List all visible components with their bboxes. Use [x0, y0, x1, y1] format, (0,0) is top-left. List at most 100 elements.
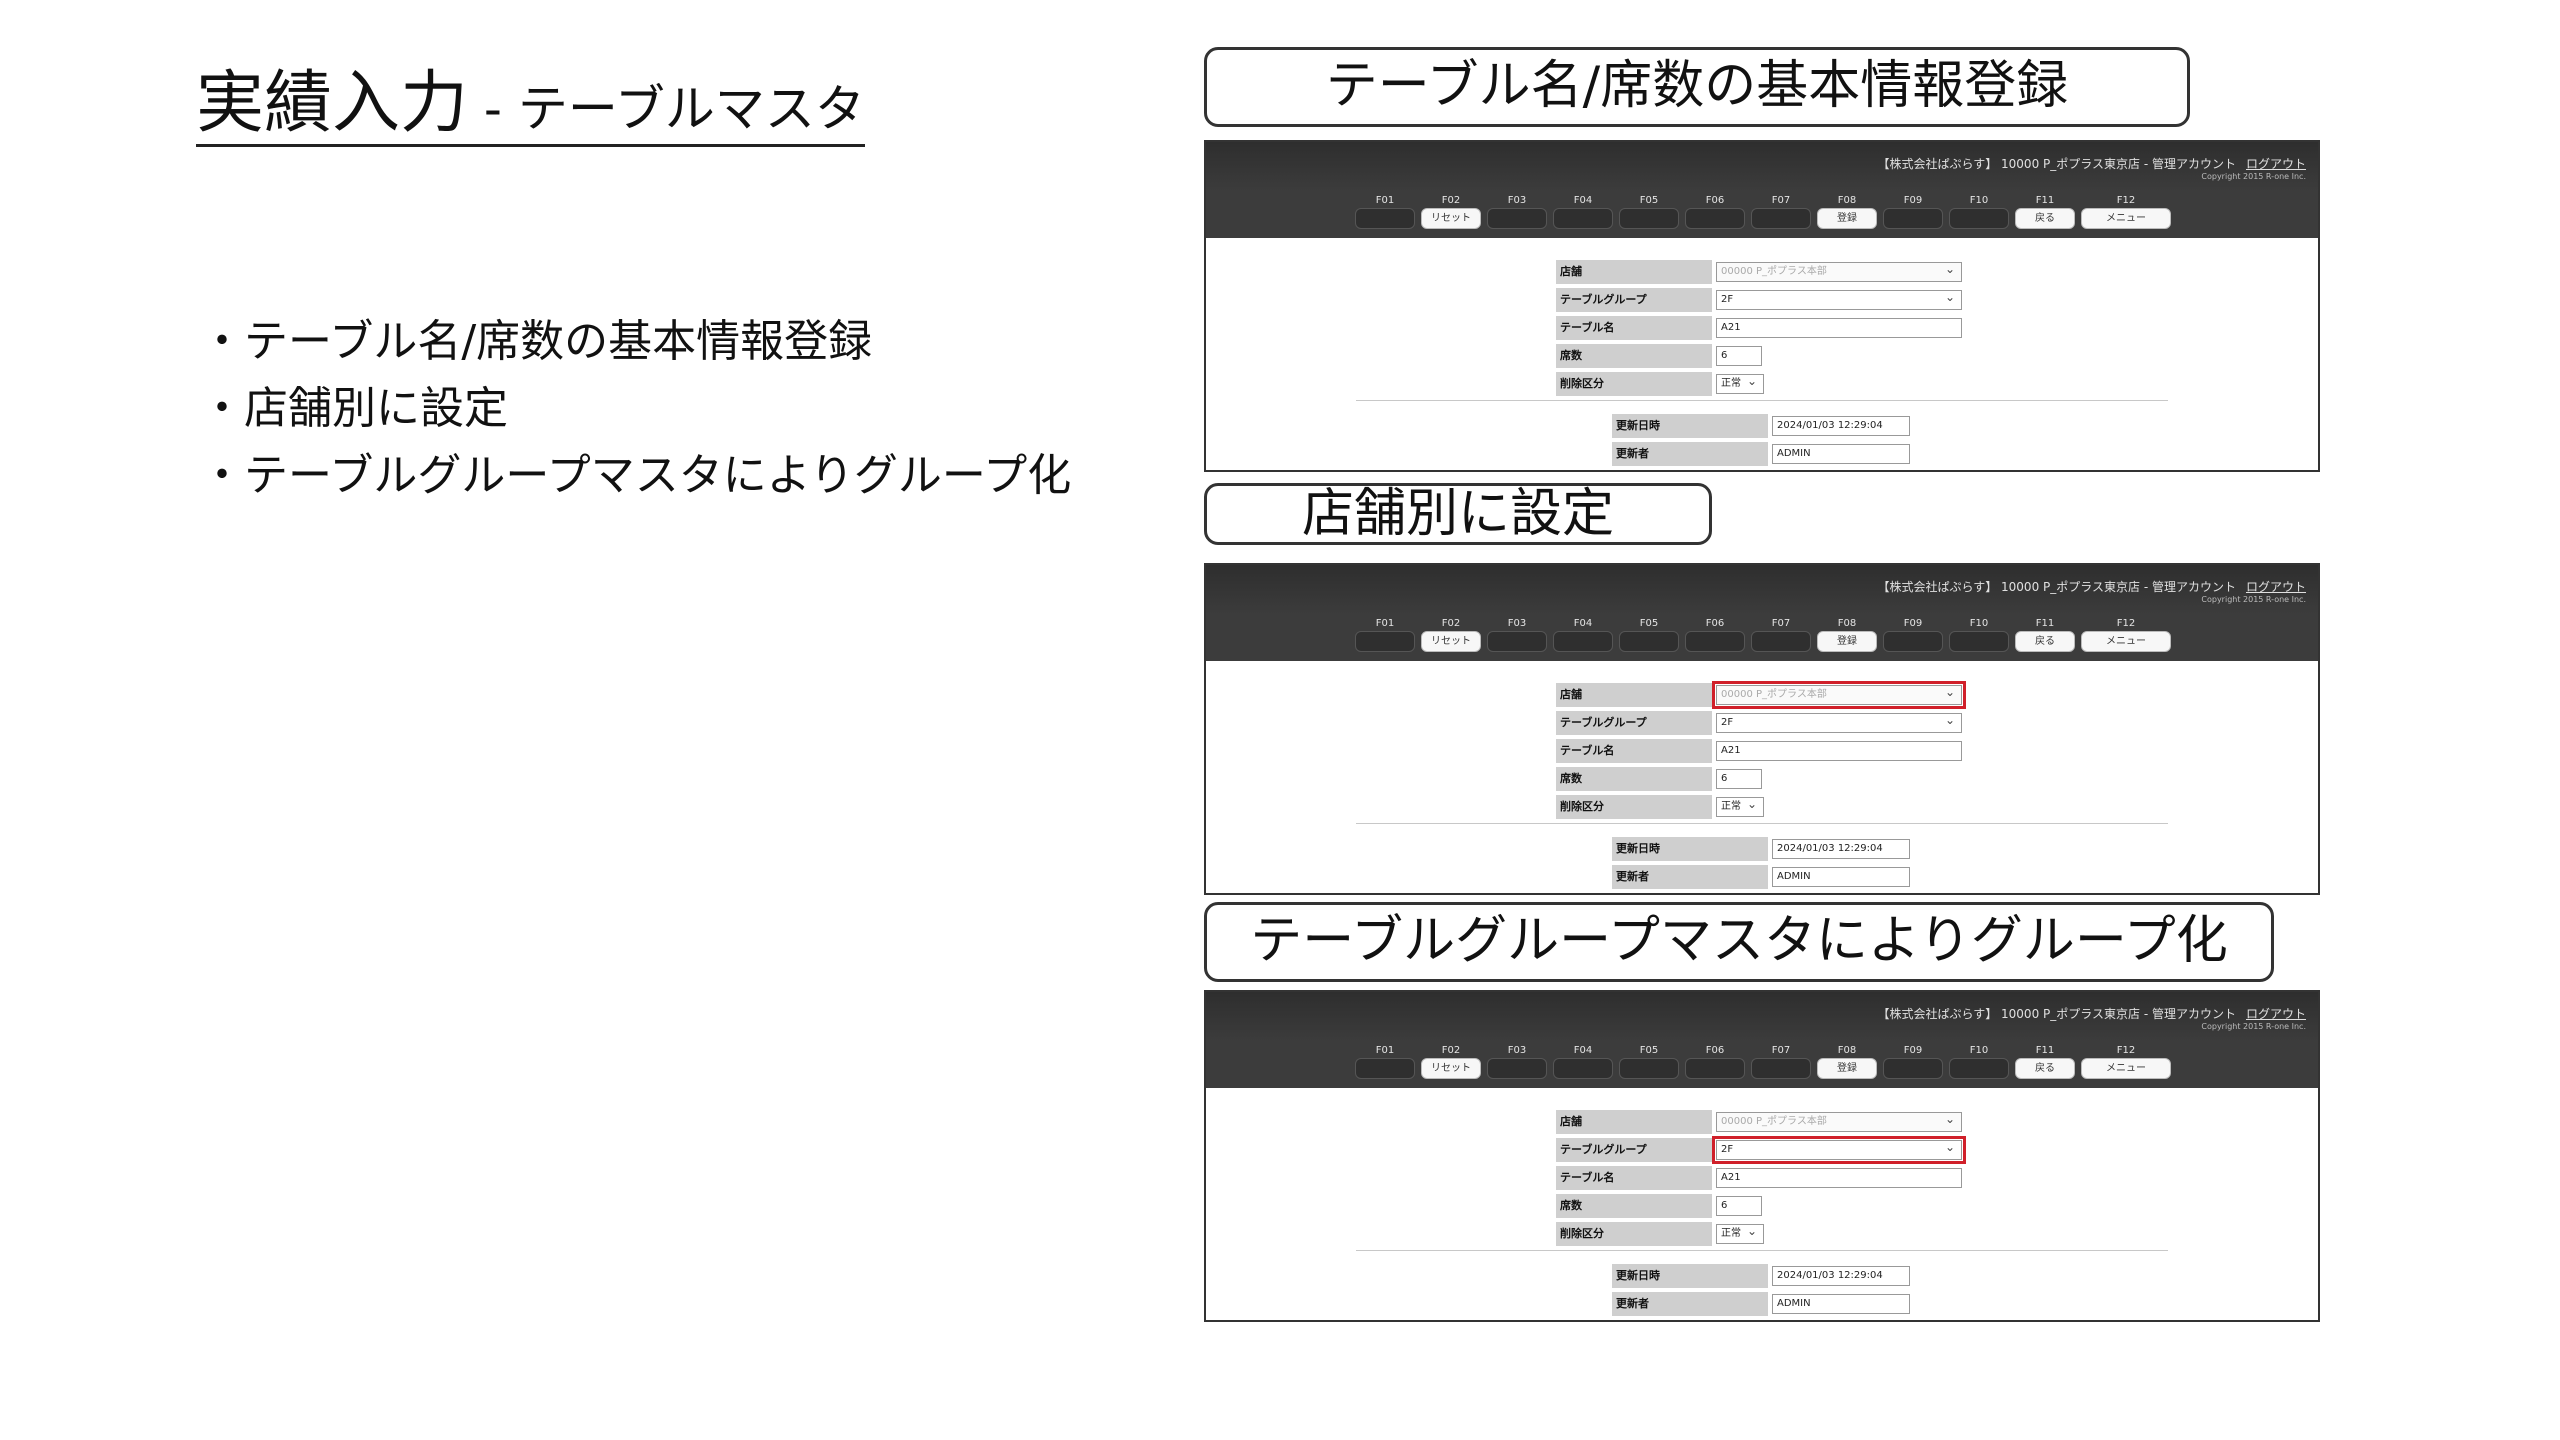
fkey-label: F03 [1507, 195, 1527, 206]
bullet-item: ・テーブルグループマスタによりグループ化 [200, 450, 1072, 501]
table-name-input[interactable]: A21 [1716, 318, 1962, 338]
logout-link[interactable]: ログアウト [2246, 1007, 2306, 1021]
fkey-label: F01 [1375, 195, 1395, 206]
menu-button[interactable]: メニュー [2081, 208, 2171, 229]
f04-button[interactable] [1553, 1058, 1613, 1079]
fkey-f04: F04 [1550, 194, 1616, 229]
f07-button[interactable] [1751, 208, 1811, 229]
screenshot-store: 【株式会社ぱぷらす】 10000 P_ポプラス東京店 - 管理アカウント ログアウ… [1204, 563, 2320, 895]
fkey-f01: F01 [1352, 194, 1418, 229]
f05-button[interactable] [1619, 1058, 1679, 1079]
seats-row: 席数 6 [1556, 1192, 1962, 1220]
fkey-f11: F11 戻る [2012, 194, 2078, 229]
fkey-label: F06 [1705, 618, 1725, 629]
f06-button[interactable] [1685, 208, 1745, 229]
f09-button[interactable] [1883, 631, 1943, 652]
app-header: 【株式会社ぱぷらす】 10000 P_ポプラス東京店 - 管理アカウント ログアウ… [1206, 992, 2318, 1088]
register-button[interactable]: 登録 [1817, 208, 1877, 229]
updater-row: 更新者 ADMIN [1612, 863, 1910, 891]
reset-button[interactable]: リセット [1421, 631, 1481, 652]
f09-button[interactable] [1883, 208, 1943, 229]
f10-button[interactable] [1949, 631, 2009, 652]
logout-link[interactable]: ログアウト [2246, 580, 2306, 594]
fkey-f03: F03 [1484, 1044, 1550, 1079]
f01-button[interactable] [1355, 208, 1415, 229]
delete-flag-label: 削除区分 [1556, 372, 1712, 396]
reset-button[interactable]: リセット [1421, 208, 1481, 229]
function-key-bar: F01 F02 リセット F03 F04 F05 F06 F07 F08 登録 F0… [1352, 617, 2174, 652]
group-label: テーブルグループ [1556, 288, 1712, 312]
f09-button[interactable] [1883, 1058, 1943, 1079]
fkey-f01: F01 [1352, 617, 1418, 652]
f07-button[interactable] [1751, 631, 1811, 652]
f03-button[interactable] [1487, 631, 1547, 652]
table-group-select[interactable]: 2F [1712, 1136, 1966, 1164]
fkey-f01: F01 [1352, 1044, 1418, 1079]
seats-input[interactable]: 6 [1716, 1196, 1762, 1216]
fkey-label: F12 [2116, 1045, 2136, 1056]
fkey-f06: F06 [1682, 194, 1748, 229]
fkey-f09: F09 [1880, 1044, 1946, 1079]
form-divider [1356, 1250, 2168, 1251]
f07-button[interactable] [1751, 1058, 1811, 1079]
store-select[interactable]: 00000 P_ポプラス本部 [1716, 260, 1962, 282]
f10-button[interactable] [1949, 208, 2009, 229]
fkey-label: F11 [2035, 1045, 2055, 1056]
f06-button[interactable] [1685, 1058, 1745, 1079]
fkey-f08: F08 登録 [1814, 617, 1880, 652]
header-info: 【株式会社ぱぷらす】 10000 P_ポプラス東京店 - 管理アカウント ログアウ… [1877, 1005, 2306, 1022]
f03-button[interactable] [1487, 1058, 1547, 1079]
table-group-select[interactable]: 2F [1716, 288, 1962, 310]
menu-button[interactable]: メニュー [2081, 631, 2171, 652]
menu-button[interactable]: メニュー [2081, 1058, 2171, 1079]
fkey-label: F07 [1771, 195, 1791, 206]
fkey-f07: F07 [1748, 194, 1814, 229]
table-name-input[interactable]: A21 [1716, 1168, 1962, 1188]
f01-button[interactable] [1355, 1058, 1415, 1079]
fkey-label: F10 [1969, 618, 1989, 629]
f01-button[interactable] [1355, 631, 1415, 652]
seats-input[interactable]: 6 [1716, 346, 1762, 366]
fkey-label: F04 [1573, 618, 1593, 629]
header-info: 【株式会社ぱぷらす】 10000 P_ポプラス東京店 - 管理アカウント ログアウ… [1877, 578, 2306, 595]
f04-button[interactable] [1553, 208, 1613, 229]
delete-flag-select[interactable]: 正常 [1716, 1222, 1764, 1244]
store-row: 店舗 00000 P_ポプラス本部 [1556, 258, 1962, 286]
account-info: 【株式会社ぱぷらす】 10000 P_ポプラス東京店 - 管理アカウント [1877, 580, 2236, 594]
group-row: テーブルグループ 2F [1556, 1136, 1966, 1164]
updater-value: ADMIN [1772, 444, 1910, 464]
seats-input[interactable]: 6 [1716, 769, 1762, 789]
updated-at-label: 更新日時 [1612, 414, 1768, 438]
fkey-f12: F12 メニュー [2078, 617, 2174, 652]
back-button[interactable]: 戻る [2015, 208, 2075, 229]
table-group-select[interactable]: 2F [1716, 711, 1962, 733]
fkey-f02: F02 リセット [1418, 1044, 1484, 1079]
app-header: 【株式会社ぱぷらす】 10000 P_ポプラス東京店 - 管理アカウント ログアウ… [1206, 565, 2318, 661]
delete-flag-select[interactable]: 正常 [1716, 795, 1764, 817]
account-info: 【株式会社ぱぷらす】 10000 P_ポプラス東京店 - 管理アカウント [1877, 157, 2236, 171]
f10-button[interactable] [1949, 1058, 2009, 1079]
fkey-f06: F06 [1682, 617, 1748, 652]
fkey-label: F11 [2035, 618, 2055, 629]
register-button[interactable]: 登録 [1817, 631, 1877, 652]
store-select[interactable]: 00000 P_ポプラス本部 [1712, 681, 1966, 709]
table-name-input[interactable]: A21 [1716, 741, 1962, 761]
store-select[interactable]: 00000 P_ポプラス本部 [1716, 1110, 1962, 1132]
f04-button[interactable] [1553, 631, 1613, 652]
f05-button[interactable] [1619, 631, 1679, 652]
f03-button[interactable] [1487, 208, 1547, 229]
f05-button[interactable] [1619, 208, 1679, 229]
fkey-label: F07 [1771, 618, 1791, 629]
fkey-f05: F05 [1616, 194, 1682, 229]
register-button[interactable]: 登録 [1817, 1058, 1877, 1079]
logout-link[interactable]: ログアウト [2246, 157, 2306, 171]
reset-button[interactable]: リセット [1421, 1058, 1481, 1079]
fkey-f08: F08 登録 [1814, 1044, 1880, 1079]
back-button[interactable]: 戻る [2015, 631, 2075, 652]
fkey-label: F09 [1903, 195, 1923, 206]
function-key-bar: F01 F02 リセット F03 F04 F05 F06 F07 F08 登録 F0… [1352, 1044, 2174, 1079]
delete-flag-select[interactable]: 正常 [1716, 372, 1764, 394]
back-button[interactable]: 戻る [2015, 1058, 2075, 1079]
form-divider [1356, 400, 2168, 401]
f06-button[interactable] [1685, 631, 1745, 652]
